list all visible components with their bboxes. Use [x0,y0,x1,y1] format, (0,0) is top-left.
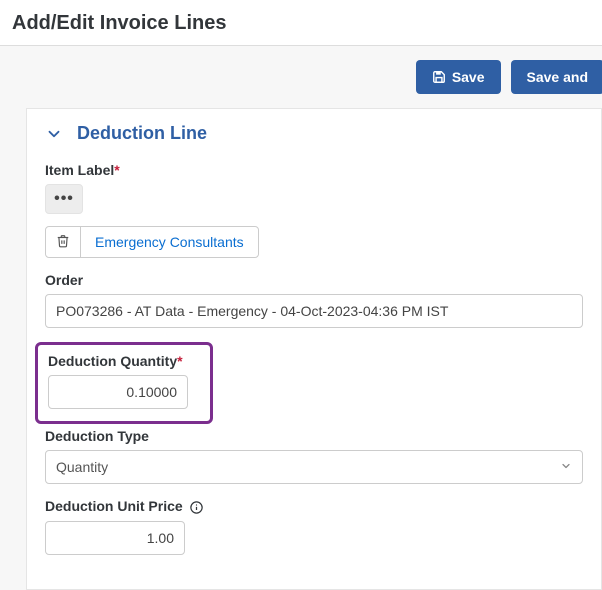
order-input[interactable] [45,294,583,328]
deduction-quantity-highlight: Deduction Quantity* [35,342,213,424]
deduction-type-select[interactable]: Quantity [45,450,583,484]
save-icon [432,70,446,84]
deduction-quantity-label: Deduction Quantity* [48,353,200,369]
item-label-chip-link[interactable]: Emergency Consultants [81,227,258,257]
content-area: Save Save and Deduction Line Item Label*… [0,46,602,590]
chip-delete-button[interactable] [46,227,81,257]
deduction-type-value: Quantity [56,459,108,475]
item-label-picker-button[interactable]: ••• [45,184,83,214]
order-field: Order [45,272,583,328]
save-button-label: Save [452,69,485,85]
required-star: * [177,353,182,369]
deduction-line-panel: Deduction Line Item Label* ••• [26,108,602,590]
panel-title: Deduction Line [77,123,207,144]
info-icon[interactable] [189,500,204,515]
item-label-label: Item Label* [45,162,583,178]
page-title: Add/Edit Invoice Lines [12,12,590,35]
deduction-type-field: Deduction Type Quantity [45,428,583,484]
panel-header[interactable]: Deduction Line [45,123,583,144]
order-label: Order [45,272,583,288]
save-and-button-label: Save and [527,69,588,85]
trash-icon [56,234,70,251]
item-label-field: Item Label* ••• Emergency Cons [45,162,583,258]
chevron-down-icon [45,125,63,143]
deduction-unit-price-field: Deduction Unit Price [45,498,583,555]
item-label-text: Item Label [45,162,114,178]
ellipsis-icon: ••• [54,190,74,208]
item-label-chip: Emergency Consultants [45,226,259,258]
deduction-quantity-label-text: Deduction Quantity [48,353,177,369]
deduction-unit-price-label-text: Deduction Unit Price [45,498,183,514]
chevron-down-icon [560,459,572,475]
required-star: * [114,162,119,178]
save-button[interactable]: Save [416,60,501,94]
deduction-quantity-input[interactable] [48,375,188,409]
action-bar: Save Save and [0,46,602,108]
save-and-button[interactable]: Save and [511,60,602,94]
deduction-unit-price-label: Deduction Unit Price [45,498,583,515]
deduction-type-label: Deduction Type [45,428,583,444]
page-header: Add/Edit Invoice Lines [0,0,602,46]
